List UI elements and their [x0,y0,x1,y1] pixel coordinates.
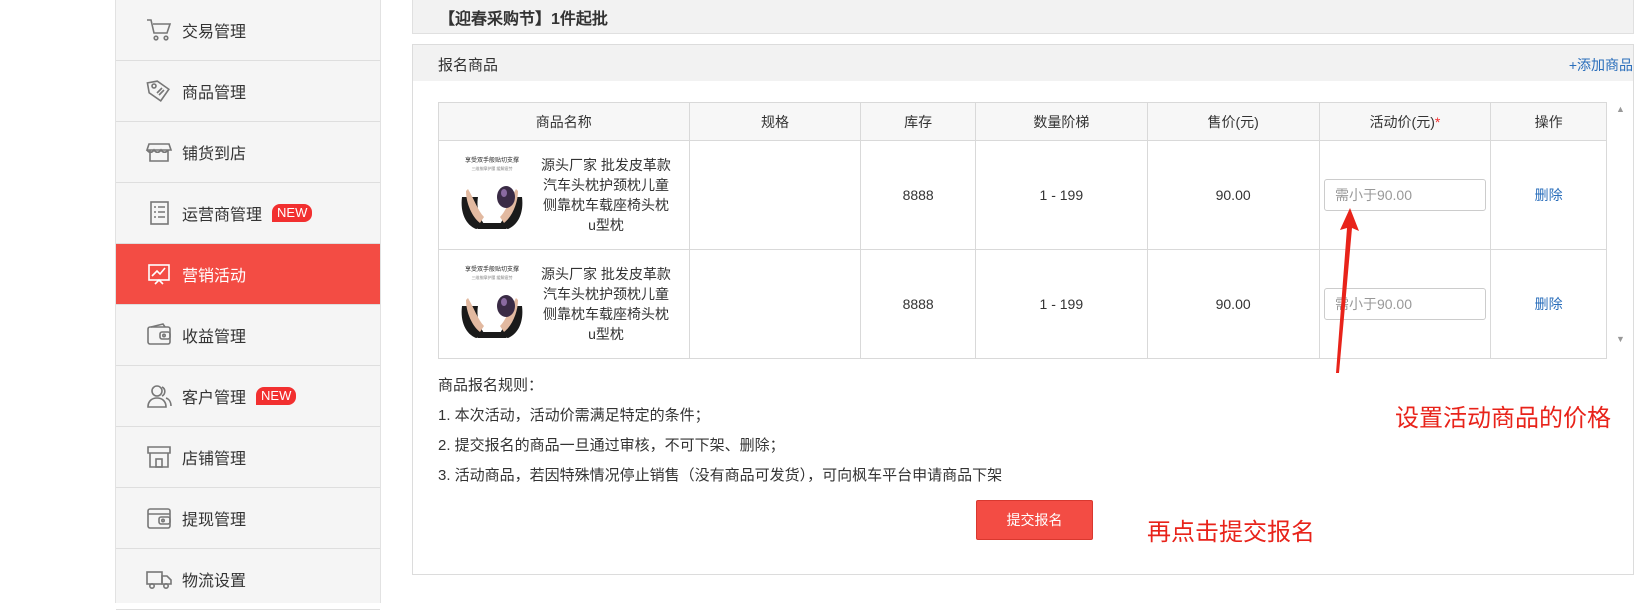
tag-icon [144,76,174,106]
users-icon [144,381,174,411]
sidebar-item-income[interactable]: 收益管理 [116,305,380,366]
submit-signup-button[interactable]: 提交报名 [976,500,1093,540]
rule-item: 3. 活动商品，若因特殊情况停止销售（没有商品可发货），可向枫车平台申请商品下架 [438,467,1003,484]
chart-board-icon [144,259,174,289]
stock-cell: 8888 [860,249,976,359]
annotation-arrow-icon [1336,208,1359,373]
signup-rules: 商品报名规则： 1. 本次活动，活动价需满足特定的条件； 2. 提交报名的商品一… [438,371,1002,491]
product-name: 源头厂家 批发皮革款汽车头枕护颈枕儿童侧靠枕车载座椅头枕u型枕 [541,266,671,342]
activity-price-input[interactable] [1323,179,1486,211]
sidebar-item-withdraw[interactable]: 提现管理 [116,488,380,549]
required-mark: * [1434,113,1441,130]
panel-title: 报名商品 [438,57,499,74]
table-row: 享受双手般贴切支撑 三维按摩护腰 缓解疲劳 源头厂家 批发皮革款汽车头枕护颈枕儿… [438,249,1607,359]
sidebar-item-label: 店铺管理 [182,451,247,468]
delete-link[interactable]: 删除 [1535,296,1563,312]
annotation-click-submit: 再点击提交报名 [1147,519,1315,546]
sidebar-item-operator[interactable]: 运营商管理 NEW [116,183,380,244]
cart-icon [144,15,174,45]
col-header-spec: 规格 [688,102,862,141]
sidebar-item-label: 收益管理 [182,329,247,346]
sidebar-item-customers[interactable]: 客户管理 NEW [116,366,380,427]
col-header-name: 商品名称 [438,102,690,141]
new-badge: NEW [272,204,313,222]
sidebar-item-label: 交易管理 [182,24,247,41]
rule-item: 2. 提交报名的商品一旦通过审核，不可下架、删除； [438,437,785,454]
col-header-activity-price-label: 活动价(元) [1369,113,1435,130]
sidebar-item-label: 物流设置 [182,573,247,590]
delete-link[interactable]: 删除 [1535,187,1563,203]
product-cell: 享受双手般贴切支撑 三维按摩护腰 缓解疲劳 源头厂家 批发皮革款汽车头枕护颈枕儿… [438,140,690,250]
sidebar-item-label: 提现管理 [182,512,247,529]
sidebar-item-label: 商品管理 [182,85,247,102]
sidebar-item-trade[interactable]: 交易管理 [116,0,380,61]
annotation-set-price: 设置活动商品的价格 [1395,405,1611,432]
new-badge: NEW [256,387,297,405]
store-icon [144,137,174,167]
product-cell: 享受双手般贴切支撑 三维按摩护腰 缓解疲劳 源头厂家 批发皮革款汽车头枕护颈枕儿… [438,249,690,359]
sidebar-item-goods[interactable]: 商品管理 [116,61,380,122]
signup-goods-panel: 报名商品 +添加商品 商品名称 规格 库存 数量阶梯 售价(元) 活动价(元)*… [412,44,1634,575]
col-header-price: 售价(元) [1146,102,1320,141]
stock-cell: 8888 [860,140,976,250]
wallet-icon [144,320,174,350]
sidebar-item-label: 运营商管理 [182,207,263,224]
product-thumbnail[interactable]: 享受双手般贴切支撑 三维按摩护腰 缓解疲劳 [456,262,528,346]
page-title: 【迎春采购节】1件起批 [439,11,608,28]
shop-icon [144,442,174,472]
goods-table: 商品名称 规格 库存 数量阶梯 售价(元) 活动价(元)* 操作 享受双手般贴切… [438,102,1607,359]
sidebar-item-shop[interactable]: 店铺管理 [116,427,380,488]
action-cell: 删除 [1490,249,1607,359]
sidebar-item-distribute[interactable]: 铺货到店 [116,122,380,183]
col-header-stock: 库存 [860,102,976,141]
col-header-activity-price: 活动价(元)* [1318,102,1492,141]
thumbnail-caption: 享受双手般贴切支撑 [465,156,519,164]
sidebar-item-label: 铺货到店 [182,146,247,163]
sidebar-item-logistics[interactable]: 物流设置 [116,549,380,610]
sidebar-item-label: 营销活动 [182,268,247,285]
price-cell: 90.00 [1146,140,1320,250]
table-scrollbar[interactable]: ▲ ▼ [1611,102,1629,346]
panel-header: 报名商品 +添加商品 [413,45,1633,81]
price-cell: 90.00 [1146,249,1320,359]
table-row: 享受双手般贴切支撑 三维按摩护腰 缓解疲劳 源头厂家 批发皮革款汽车头枕护颈枕儿… [438,140,1607,250]
col-header-action: 操作 [1490,102,1607,141]
withdraw-wallet-icon [144,503,174,533]
spec-cell [688,249,862,359]
activity-title-bar: 【迎春采购节】1件起批 [412,0,1634,34]
table-header-row: 商品名称 规格 库存 数量阶梯 售价(元) 活动价(元)* 操作 [438,102,1607,141]
sidebar-item-marketing[interactable]: 营销活动 [116,244,380,305]
col-header-qty: 数量阶梯 [974,102,1148,141]
rule-item: 1. 本次活动，活动价需满足特定的条件； [438,407,710,424]
sidebar-item-label: 客户管理 [182,390,247,407]
thumbnail-subcaption: 三维按摩护腰 缓解疲劳 [471,274,512,280]
qty-range-cell: 1 - 199 [974,249,1148,359]
qty-range-cell: 1 - 199 [974,140,1148,250]
document-list-icon [144,198,174,228]
thumbnail-subcaption: 三维按摩护腰 缓解疲劳 [471,165,512,171]
sidebar: 交易管理 商品管理 铺货到店 运营商管理 NEW 营销活动 收益管理 客户管理 … [115,0,381,610]
thumbnail-caption: 享受双手般贴切支撑 [465,265,519,273]
spec-cell [688,140,862,250]
rules-heading: 商品报名规则： [438,377,544,394]
product-name: 源头厂家 批发皮革款汽车头枕护颈枕儿童侧靠枕车载座椅头枕u型枕 [541,157,671,233]
product-thumbnail[interactable]: 享受双手般贴切支撑 三维按摩护腰 缓解疲劳 [456,153,528,237]
truck-icon [144,564,174,594]
scroll-up-arrow-icon[interactable]: ▲ [1616,104,1625,114]
add-goods-link[interactable]: +添加商品 [1569,55,1633,75]
scroll-down-arrow-icon[interactable]: ▼ [1616,334,1625,344]
action-cell: 删除 [1490,140,1607,250]
